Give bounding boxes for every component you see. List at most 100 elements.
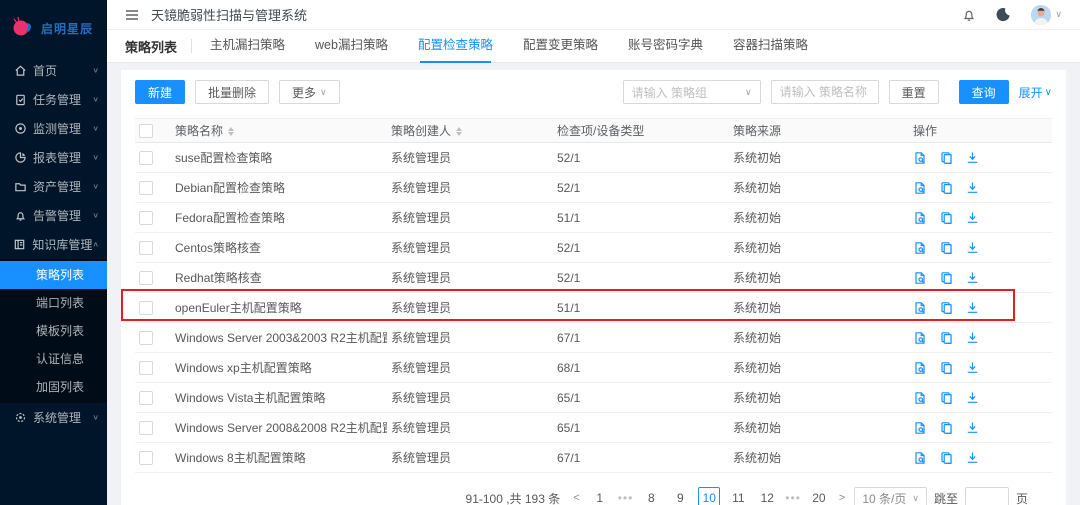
preview-icon[interactable] bbox=[913, 331, 927, 345]
preview-icon[interactable] bbox=[913, 241, 927, 255]
row-checkbox[interactable] bbox=[139, 361, 153, 375]
download-icon[interactable] bbox=[966, 361, 979, 374]
copy-icon[interactable] bbox=[940, 421, 953, 435]
page-button-20[interactable]: 20 bbox=[808, 487, 830, 505]
submenu-item-port-list[interactable]: 端口列表 bbox=[0, 289, 107, 317]
row-checkbox[interactable] bbox=[139, 391, 153, 405]
preview-icon[interactable] bbox=[913, 391, 927, 405]
page-button-12[interactable]: 12 bbox=[756, 487, 778, 505]
new-button[interactable]: 新建 bbox=[135, 80, 185, 104]
copy-icon[interactable] bbox=[940, 151, 953, 165]
download-icon[interactable] bbox=[966, 241, 979, 254]
copy-icon[interactable] bbox=[940, 331, 953, 345]
tab-config-check-policy[interactable]: 配置检查策略 bbox=[418, 30, 493, 63]
preview-icon[interactable] bbox=[913, 451, 927, 465]
row-checkbox[interactable] bbox=[139, 421, 153, 435]
preview-icon[interactable] bbox=[913, 181, 927, 195]
policy-group-select[interactable]: 请输入 策略组 ∨ bbox=[623, 80, 761, 104]
download-icon[interactable] bbox=[966, 151, 979, 164]
sidebar-item-home[interactable]: 首页 ∨ bbox=[0, 56, 107, 85]
row-checkbox[interactable] bbox=[139, 301, 153, 315]
query-button[interactable]: 查询 bbox=[959, 80, 1009, 104]
sidebar-item-system[interactable]: 系统管理 ∨ bbox=[0, 403, 107, 432]
download-icon[interactable] bbox=[966, 181, 979, 194]
sidebar-item-monitoring[interactable]: 监测管理 ∨ bbox=[0, 114, 107, 143]
copy-icon[interactable] bbox=[940, 451, 953, 465]
row-checkbox[interactable] bbox=[139, 271, 153, 285]
table-row[interactable]: Windows Server 2008&2008 R2主机配置策略 系统管理员 … bbox=[135, 413, 1052, 443]
sort-icon[interactable] bbox=[228, 127, 234, 136]
download-icon[interactable] bbox=[966, 301, 979, 314]
row-checkbox[interactable] bbox=[139, 181, 153, 195]
copy-icon[interactable] bbox=[940, 181, 953, 195]
table-row[interactable]: Windows Vista主机配置策略 系统管理员 65/1 系统初始 bbox=[135, 383, 1052, 413]
prev-page-button[interactable]: < bbox=[571, 492, 581, 504]
copy-icon[interactable] bbox=[940, 241, 953, 255]
row-checkbox[interactable] bbox=[139, 241, 153, 255]
preview-icon[interactable] bbox=[913, 301, 927, 315]
submenu-item-auth-info[interactable]: 认证信息 bbox=[0, 345, 107, 373]
row-checkbox[interactable] bbox=[139, 451, 153, 465]
sidebar-item-tasks[interactable]: 任务管理 ∨ bbox=[0, 85, 107, 114]
download-icon[interactable] bbox=[966, 211, 979, 224]
copy-icon[interactable] bbox=[940, 301, 953, 315]
table-row[interactable]: Debian配置检查策略 系统管理员 52/1 系统初始 bbox=[135, 173, 1052, 203]
sort-icon[interactable] bbox=[456, 127, 462, 136]
sidebar-item-knowledge[interactable]: 知识库管理 ∧ bbox=[0, 230, 107, 259]
sidebar-item-alerts[interactable]: 告警管理 ∨ bbox=[0, 201, 107, 230]
preview-icon[interactable] bbox=[913, 211, 927, 225]
download-icon[interactable] bbox=[966, 391, 979, 404]
download-icon[interactable] bbox=[966, 271, 979, 284]
page-button-11[interactable]: 11 bbox=[727, 487, 749, 505]
submenu-item-hardening-list[interactable]: 加固列表 bbox=[0, 373, 107, 401]
preview-icon[interactable] bbox=[913, 271, 927, 285]
col-policy-name[interactable]: 策略名称 bbox=[171, 119, 387, 143]
table-row[interactable]: Centos策略核查 系统管理员 52/1 系统初始 bbox=[135, 233, 1052, 263]
expand-link[interactable]: 展开∨ bbox=[1019, 84, 1052, 101]
table-row[interactable]: Windows 8主机配置策略 系统管理员 67/1 系统初始 bbox=[135, 443, 1052, 473]
copy-icon[interactable] bbox=[940, 391, 953, 405]
ellipsis-left[interactable]: ••• bbox=[618, 491, 634, 505]
page-button-1[interactable]: 1 bbox=[589, 487, 611, 505]
page-button-8[interactable]: 8 bbox=[640, 487, 662, 505]
copy-icon[interactable] bbox=[940, 211, 953, 225]
table-row[interactable]: Redhat策略核查 系统管理员 52/1 系统初始 bbox=[135, 263, 1052, 293]
preview-icon[interactable] bbox=[913, 421, 927, 435]
submenu-item-policy-list[interactable]: 策略列表 bbox=[0, 261, 107, 289]
col-policy-creator[interactable]: 策略创建人 bbox=[387, 119, 553, 143]
download-icon[interactable] bbox=[966, 421, 979, 434]
page-button-9[interactable]: 9 bbox=[669, 487, 691, 505]
tab-config-change-policy[interactable]: 配置变更策略 bbox=[523, 30, 598, 63]
copy-icon[interactable] bbox=[940, 361, 953, 375]
submenu-item-template-list[interactable]: 模板列表 bbox=[0, 317, 107, 345]
row-checkbox[interactable] bbox=[139, 211, 153, 225]
jump-page-input[interactable] bbox=[965, 487, 1009, 505]
user-menu[interactable]: ∨ bbox=[1031, 5, 1062, 25]
sidebar-item-assets[interactable]: 资产管理 ∨ bbox=[0, 172, 107, 201]
page-button-10-current[interactable]: 10 bbox=[698, 487, 720, 505]
select-all-checkbox[interactable] bbox=[139, 124, 153, 138]
table-row[interactable]: suse配置检查策略 系统管理员 52/1 系统初始 bbox=[135, 143, 1052, 173]
table-row[interactable]: Fedora配置检查策略 系统管理员 51/1 系统初始 bbox=[135, 203, 1052, 233]
page-size-select[interactable]: 10 条/页 ∨ bbox=[854, 487, 927, 505]
preview-icon[interactable] bbox=[913, 361, 927, 375]
sidebar-item-reports[interactable]: 报表管理 ∨ bbox=[0, 143, 107, 172]
dark-mode-moon-icon[interactable] bbox=[996, 7, 1011, 22]
tab-account-password-dict[interactable]: 账号密码字典 bbox=[628, 30, 703, 63]
table-row[interactable]: openEuler主机配置策略 系统管理员 51/1 系统初始 bbox=[135, 293, 1052, 323]
download-icon[interactable] bbox=[966, 451, 979, 464]
tab-host-scan-policy[interactable]: 主机漏扫策略 bbox=[210, 30, 285, 63]
table-row[interactable]: Windows xp主机配置策略 系统管理员 68/1 系统初始 bbox=[135, 353, 1052, 383]
tab-container-scan-policy[interactable]: 容器扫描策略 bbox=[733, 30, 808, 63]
batch-delete-button[interactable]: 批量删除 bbox=[195, 80, 269, 104]
row-checkbox[interactable] bbox=[139, 331, 153, 345]
tab-web-scan-policy[interactable]: web漏扫策略 bbox=[315, 30, 388, 63]
download-icon[interactable] bbox=[966, 331, 979, 344]
ellipsis-right[interactable]: ••• bbox=[785, 491, 801, 505]
next-page-button[interactable]: > bbox=[837, 492, 847, 504]
preview-icon[interactable] bbox=[913, 151, 927, 165]
copy-icon[interactable] bbox=[940, 271, 953, 285]
menu-collapse-icon[interactable] bbox=[125, 9, 139, 21]
reset-button[interactable]: 重置 bbox=[889, 80, 939, 104]
table-row[interactable]: Windows Server 2003&2003 R2主机配置策略 系统管理员 … bbox=[135, 323, 1052, 353]
